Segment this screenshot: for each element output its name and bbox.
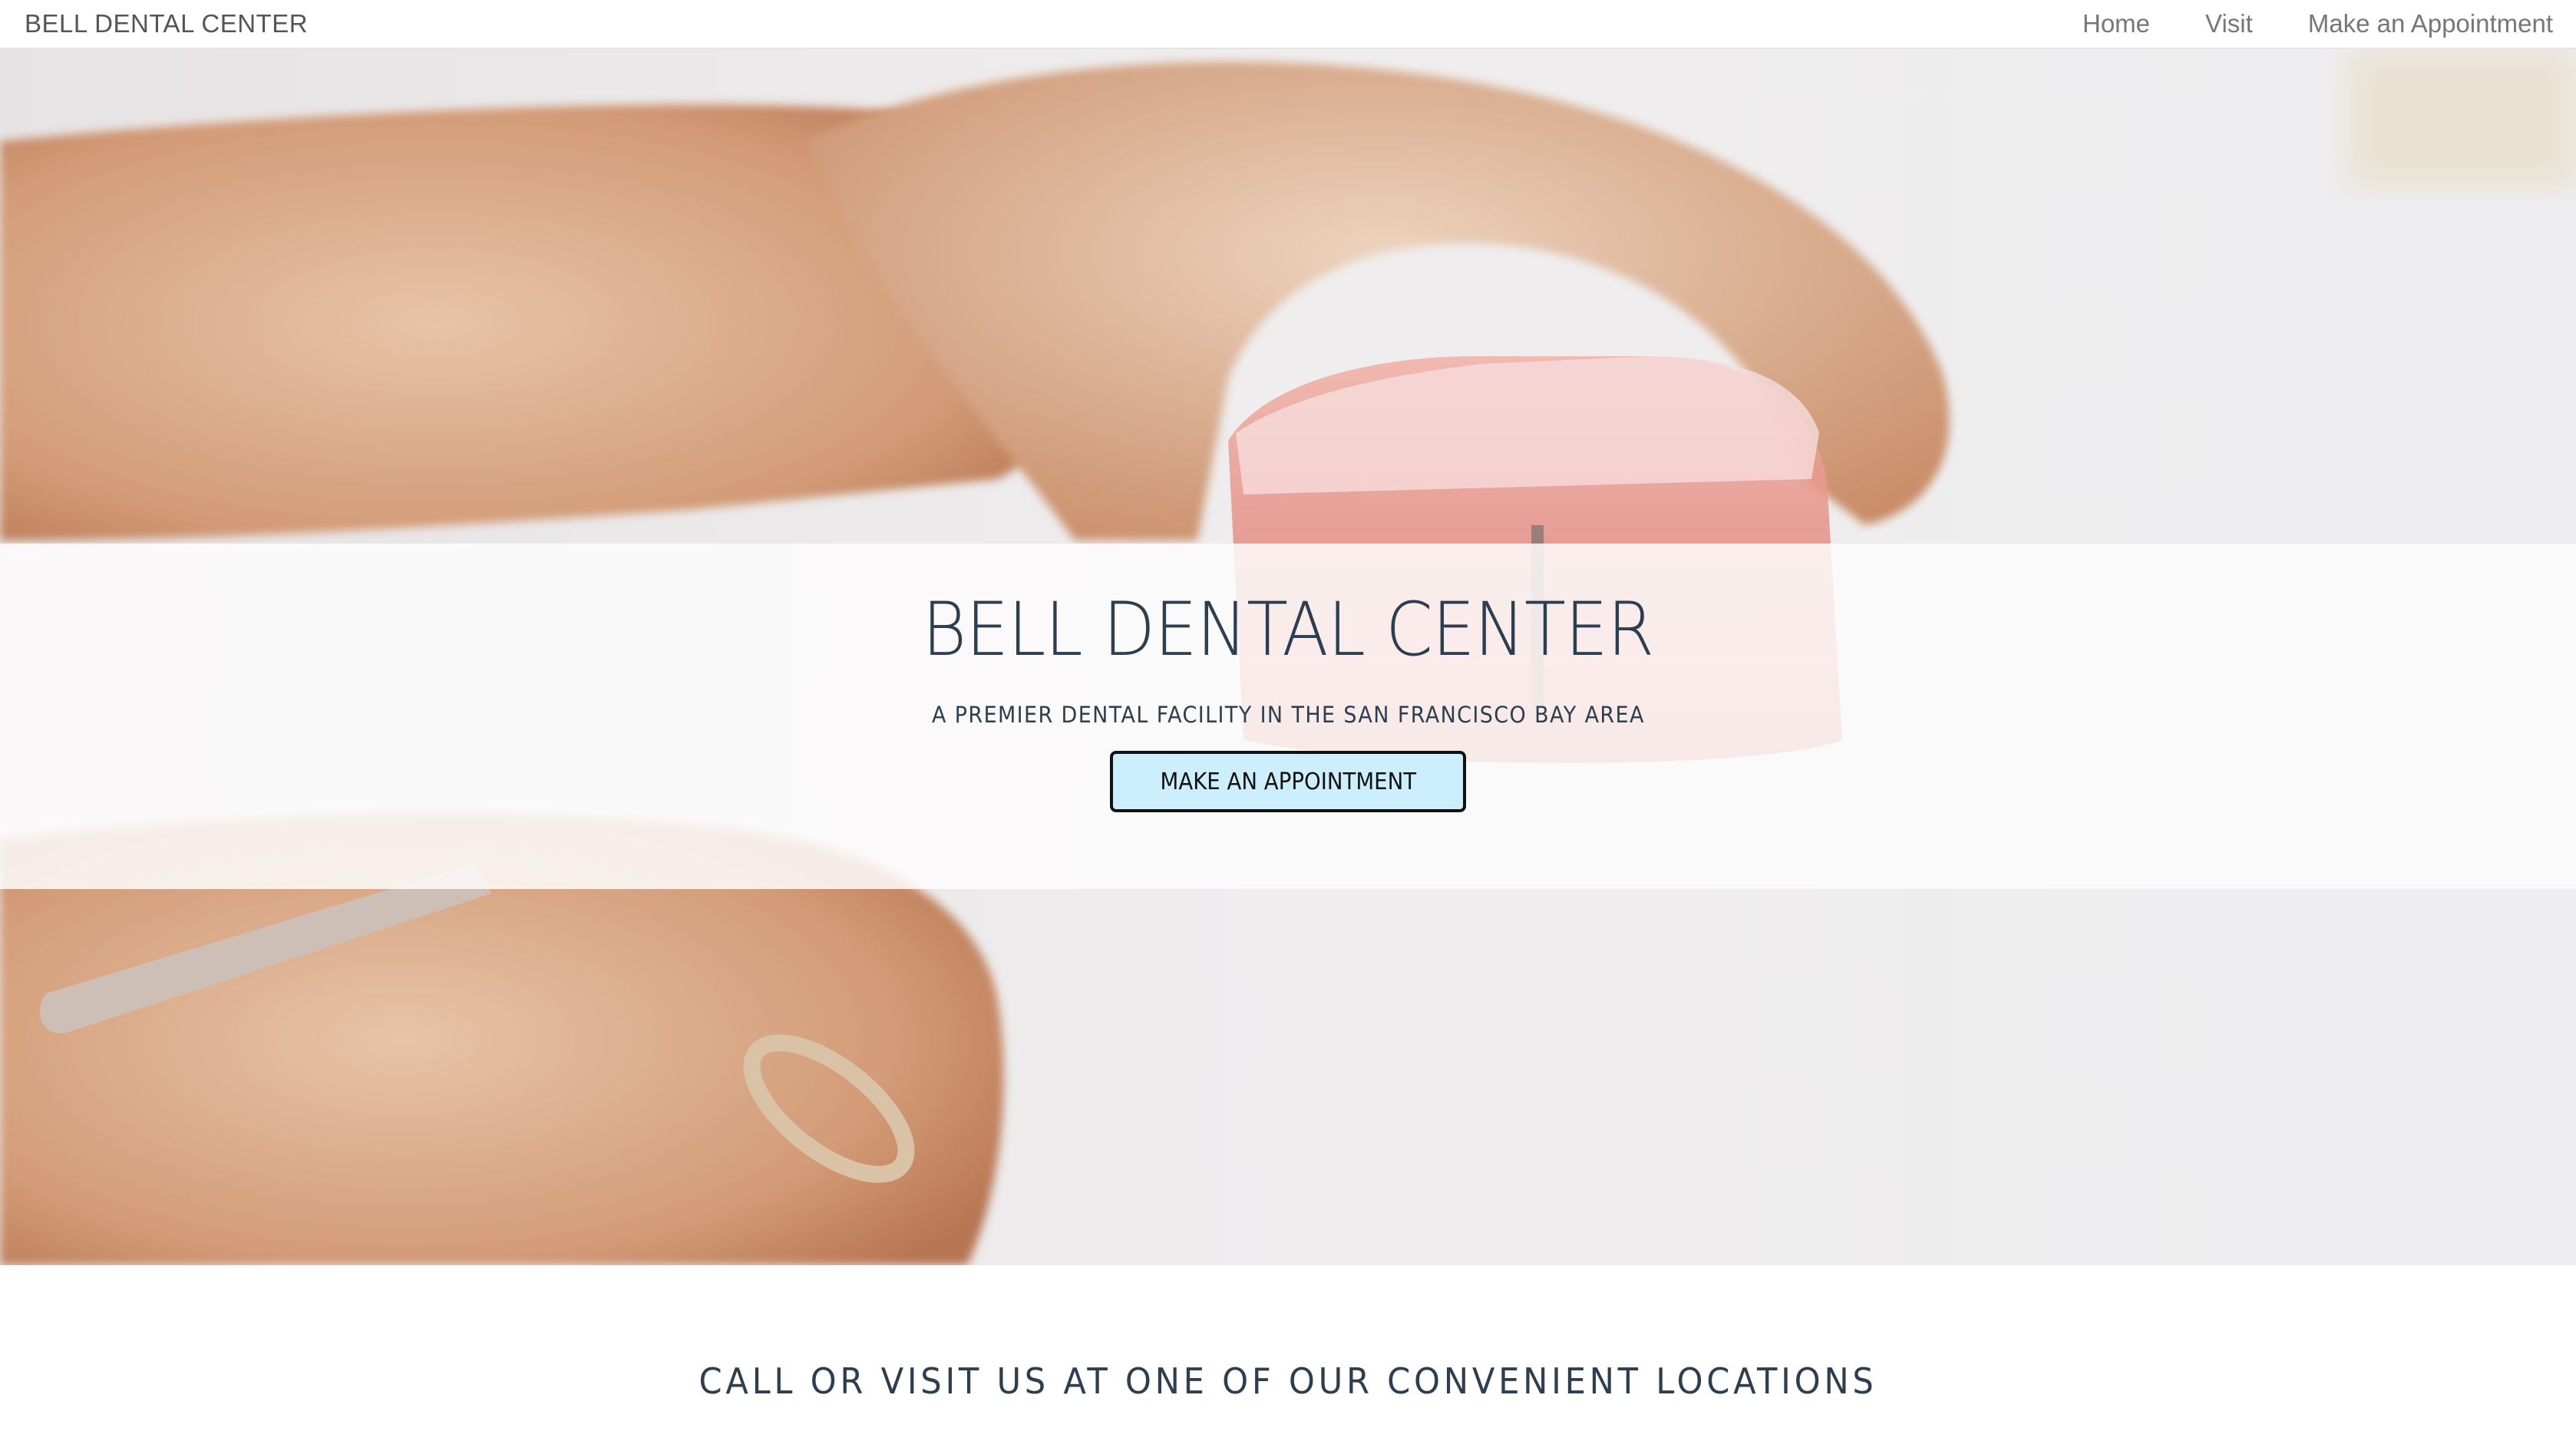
locations-section: CALL OR VISIT US AT ONE OF OUR CONVENIEN… [0,1265,2576,1451]
nav-appointment-link[interactable]: Make an Appointment [2308,9,2553,38]
nav-links: Home Visit Make an Appointment [2027,9,2553,38]
hero-section: BELL DENTAL CENTER A PREMIER DENTAL FACI… [0,49,2576,1265]
make-appointment-button[interactable]: MAKE AN APPOINTMENT [1110,751,1466,812]
nav-visit-link[interactable]: Visit [2205,9,2253,38]
top-navbar: BELL DENTAL CENTER Home Visit Make an Ap… [0,0,2576,49]
nav-home-link[interactable]: Home [2082,9,2150,38]
hero-subtitle: A PREMIER DENTAL FACILITY IN THE SAN FRA… [931,702,1645,728]
brand-link[interactable]: BELL DENTAL CENTER [25,9,308,38]
hero-title: BELL DENTAL CENTER [922,587,1655,673]
hero-banner: BELL DENTAL CENTER A PREMIER DENTAL FACI… [0,544,2576,889]
locations-heading: CALL OR VISIT US AT ONE OF OUR CONVENIEN… [698,1360,1878,1402]
make-appointment-button-label: MAKE AN APPOINTMENT [1160,768,1416,795]
